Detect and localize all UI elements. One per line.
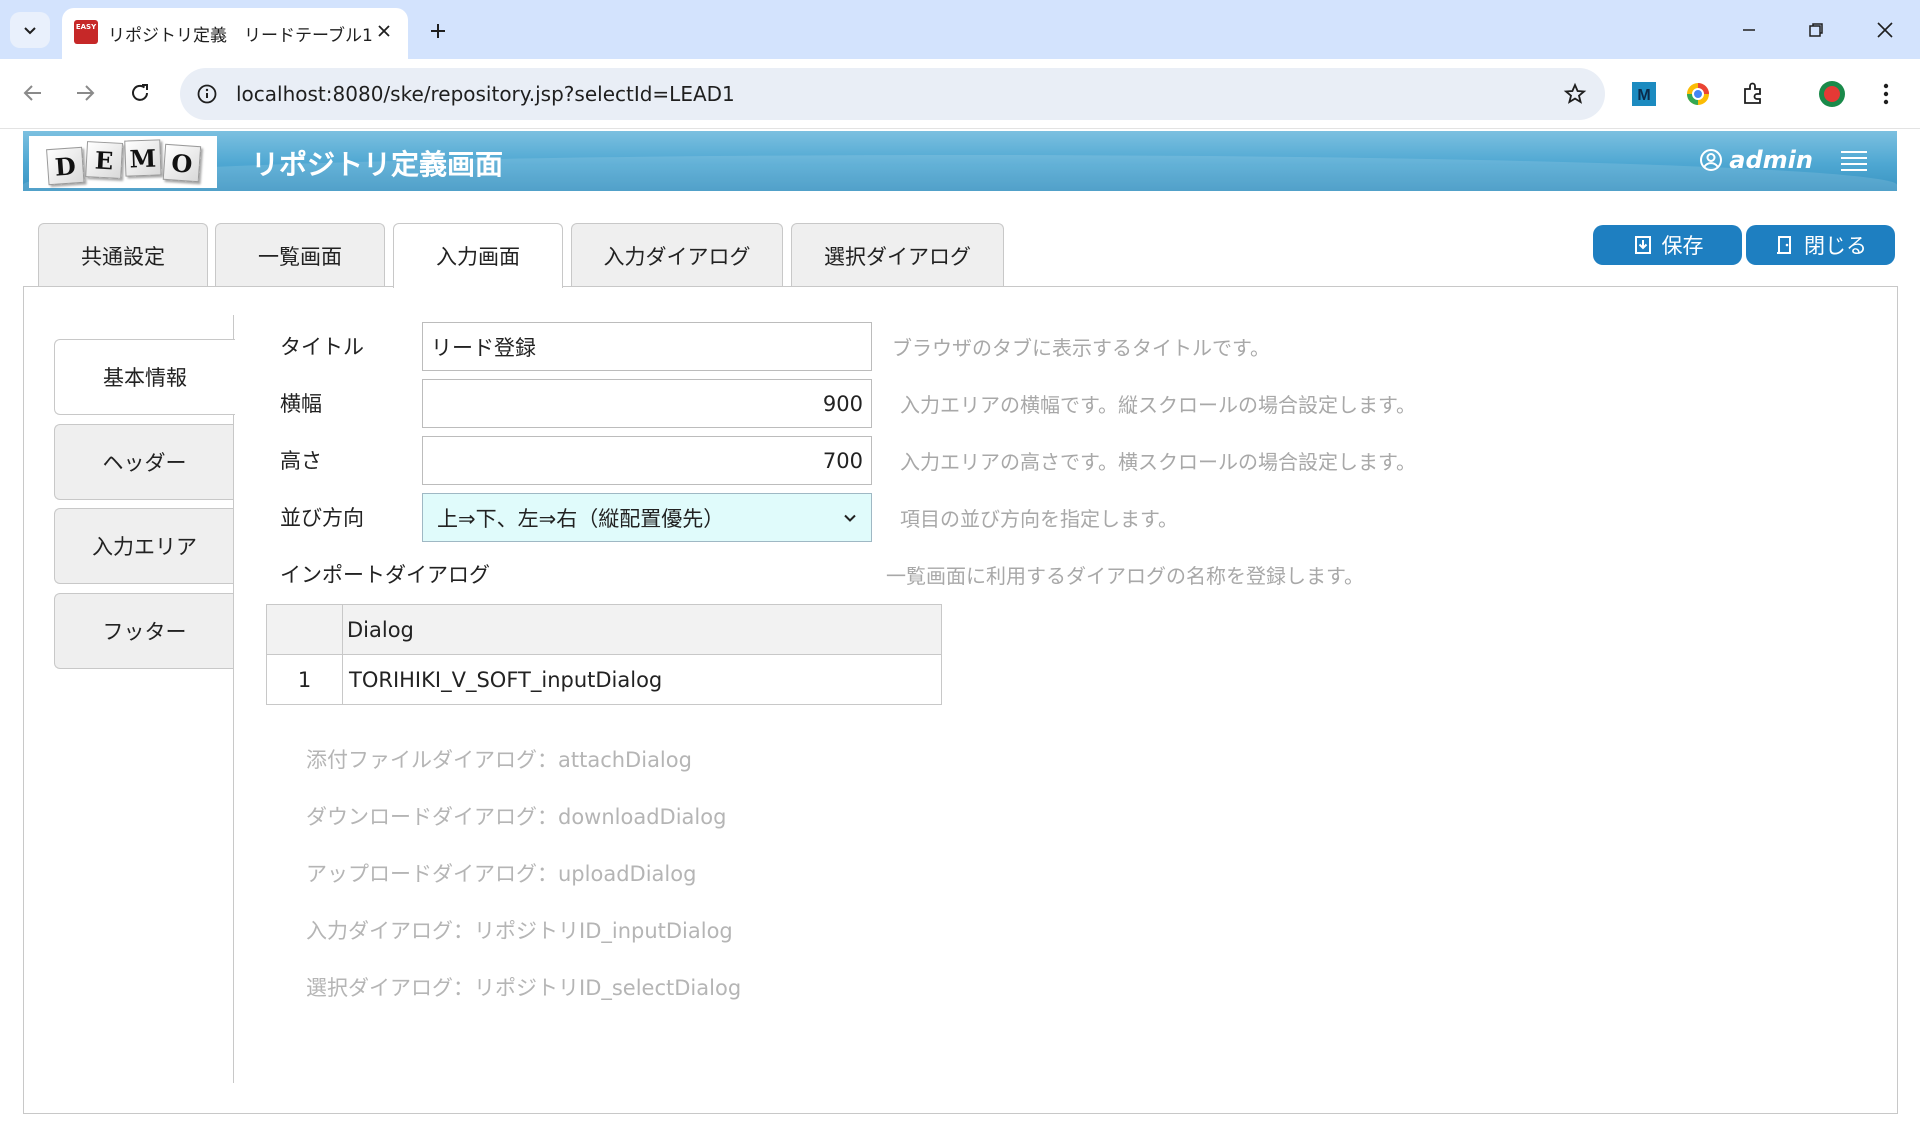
tab-search-button[interactable] <box>10 12 50 48</box>
browser-tabstrip: EASY リポジトリ定義 リードテーブル1 <box>0 0 1920 59</box>
extensions-puzzle-icon[interactable] <box>1737 78 1769 110</box>
side-tab-header[interactable]: ヘッダー <box>54 424 234 500</box>
logo-tile: M <box>123 139 161 177</box>
forward-button[interactable] <box>64 72 106 114</box>
app-header: D E M O リポジトリ定義画面 admin <box>23 131 1897 191</box>
logo-tile: O <box>162 143 201 183</box>
height-input-value: 700 <box>822 448 863 473</box>
tab-list-screen[interactable]: 一覧画面 <box>215 223 385 287</box>
user-menu[interactable]: admin <box>1699 146 1813 174</box>
row-index: 1 <box>266 654 343 705</box>
browser-tab-title: リポジトリ定義 リードテーブル1 <box>108 26 373 46</box>
table-header-dialog: Dialog <box>342 604 942 655</box>
extension-m-icon[interactable]: M <box>1628 78 1660 110</box>
side-tab-divider <box>233 315 234 1083</box>
direction-select-value: 上⇒下、左⇒右（縦配置優先） <box>437 506 725 531</box>
tab-close-button[interactable] <box>372 19 396 43</box>
page-title: リポジトリ定義画面 <box>251 148 504 181</box>
user-icon <box>1700 149 1723 171</box>
plus-icon <box>431 24 445 38</box>
profile-avatar-icon[interactable] <box>1816 78 1848 110</box>
height-input[interactable]: 700 <box>422 436 872 485</box>
arrow-right-icon <box>77 85 95 101</box>
save-button[interactable]: 保存 <box>1593 225 1742 265</box>
direction-hint: 項目の並び方向を指定します。 <box>900 507 1178 531</box>
note-input-dialog: 入力ダイアログ：リポジトリID_inputDialog <box>306 919 733 943</box>
tab-input-screen[interactable]: 入力画面 <box>393 223 563 288</box>
table-header-row: Dialog <box>266 604 942 655</box>
exit-icon <box>1777 236 1791 254</box>
side-tab-basic-info[interactable]: 基本情報 <box>54 339 235 415</box>
restore-icon <box>1809 23 1823 37</box>
height-label: 高さ <box>280 449 322 473</box>
direction-label: 並び方向 <box>280 506 364 530</box>
chevron-down-icon <box>844 514 856 522</box>
note-attach-dialog: 添付ファイルダイアログ：attachDialog <box>306 748 692 772</box>
width-hint: 入力エリアの横幅です。縦スクロールの場合設定します。 <box>900 393 1416 417</box>
direction-select[interactable]: 上⇒下、左⇒右（縦配置優先） <box>422 493 872 542</box>
restore-button[interactable] <box>1791 10 1841 50</box>
save-button-label: 保存 <box>1661 234 1704 258</box>
width-input-value: 900 <box>822 391 863 416</box>
close-button[interactable]: 閉じる <box>1746 225 1895 265</box>
svg-text:M: M <box>1637 87 1650 104</box>
import-dialog-hint: 一覧画面に利用するダイアログの名称を登録します。 <box>886 564 1364 588</box>
close-button-label: 閉じる <box>1804 234 1867 258</box>
title-input-value: リード登録 <box>431 335 536 360</box>
width-input[interactable]: 900 <box>422 379 872 428</box>
chevron-down-icon <box>24 27 36 35</box>
logo-tile: D <box>45 146 84 186</box>
site-info-icon[interactable] <box>194 81 220 107</box>
browser-menu-icon[interactable] <box>1870 78 1902 110</box>
note-select-dialog: 選択ダイアログ：リポジトリID_selectDialog <box>306 976 742 1000</box>
width-label: 横幅 <box>280 392 322 416</box>
table-header-index <box>266 604 343 655</box>
reload-icon <box>132 84 148 101</box>
side-tab-footer[interactable]: フッター <box>54 593 234 669</box>
extension-chrome-icon[interactable] <box>1682 78 1714 110</box>
tab-common-settings[interactable]: 共通設定 <box>38 223 208 287</box>
title-hint: ブラウザのタブに表示するタイトルです。 <box>892 336 1270 360</box>
window-close-button[interactable] <box>1860 10 1910 50</box>
hamburger-menu-icon[interactable] <box>1841 149 1867 173</box>
save-icon <box>1634 236 1651 254</box>
title-input[interactable]: リード登録 <box>422 322 872 371</box>
user-name: admin <box>1729 146 1813 174</box>
note-download-dialog: ダウンロードダイアログ：downloadDialog <box>306 805 727 829</box>
close-icon <box>378 25 390 37</box>
arrow-left-icon <box>23 85 41 101</box>
minimize-icon <box>1743 29 1755 31</box>
logo-tile: E <box>84 141 123 179</box>
note-upload-dialog: アップロードダイアログ：uploadDialog <box>306 862 697 886</box>
favicon-icon: EASY <box>74 20 98 44</box>
back-button[interactable] <box>12 72 54 114</box>
row-dialog-value[interactable]: TORIHIKI_V_SOFT_inputDialog <box>342 654 942 705</box>
tab-select-dialog[interactable]: 選択ダイアログ <box>791 223 1004 287</box>
browser-toolbar: localhost:8080/ske/repository.jsp?select… <box>0 59 1920 129</box>
url-text: localhost:8080/ske/repository.jsp?select… <box>236 82 735 106</box>
address-bar[interactable]: localhost:8080/ske/repository.jsp?select… <box>180 68 1605 120</box>
side-tab-input-area[interactable]: 入力エリア <box>54 508 234 584</box>
reload-button[interactable] <box>119 72 161 114</box>
new-tab-button[interactable] <box>420 14 456 48</box>
demo-logo: D E M O <box>29 136 217 188</box>
title-label: タイトル <box>280 335 364 359</box>
bookmark-star-icon[interactable] <box>1561 80 1589 108</box>
import-dialog-label: インポートダイアログ <box>280 563 490 587</box>
minimize-button[interactable] <box>1724 10 1774 50</box>
import-dialog-table: Dialog 1 TORIHIKI_V_SOFT_inputDialog <box>266 604 942 705</box>
browser-tab-active[interactable]: EASY リポジトリ定義 リードテーブル1 <box>62 8 408 59</box>
close-icon <box>1877 22 1893 38</box>
height-hint: 入力エリアの高さです。横スクロールの場合設定します。 <box>900 450 1416 474</box>
table-row[interactable]: 1 TORIHIKI_V_SOFT_inputDialog <box>266 654 942 705</box>
tab-input-dialog[interactable]: 入力ダイアログ <box>571 223 783 287</box>
